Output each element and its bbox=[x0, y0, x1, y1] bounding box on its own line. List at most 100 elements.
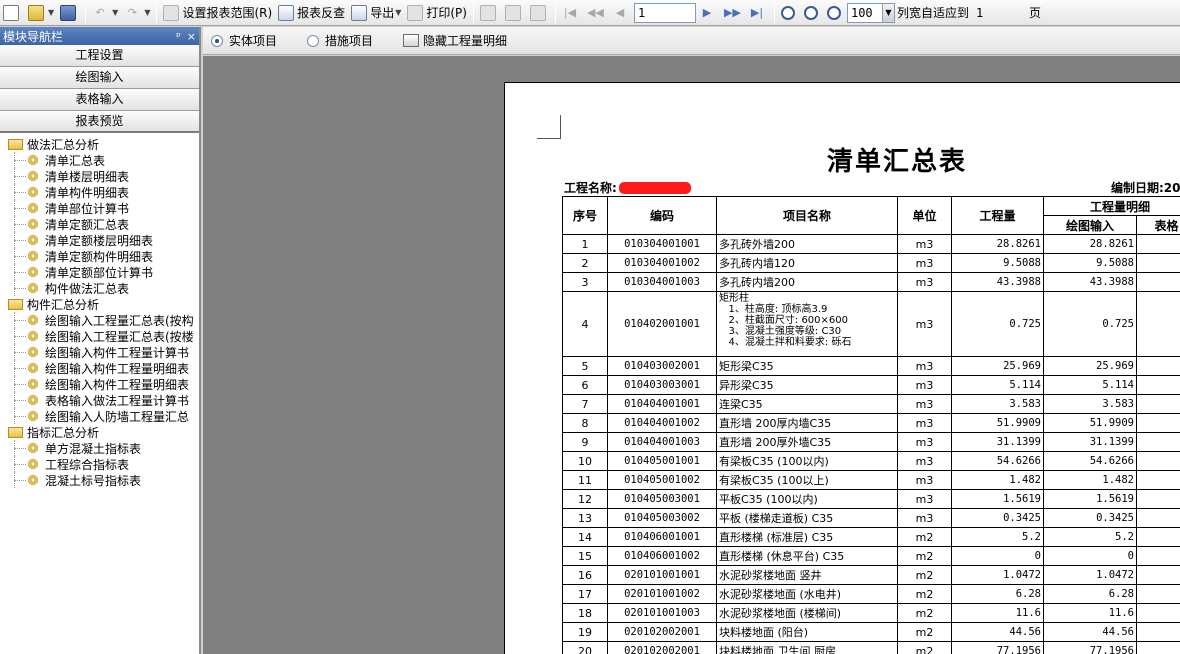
item-name: 矩形梁C35 bbox=[716, 356, 898, 376]
tree-item[interactable]: 绘图输入人防墙工程量汇总 bbox=[0, 408, 199, 424]
multi-page-button[interactable] bbox=[528, 2, 551, 24]
row-number: 8 bbox=[562, 413, 608, 433]
item-code: 010304001002 bbox=[607, 253, 717, 273]
undo-button[interactable]: ↶ ▼ bbox=[90, 2, 120, 24]
single-page-button[interactable] bbox=[478, 2, 501, 24]
export-button[interactable]: 导出 ▼ bbox=[349, 2, 403, 24]
module-nav-panel: 模块导航栏 ᵖ × 工程设置 绘图输入 表格输入 报表预览 做法汇总分析 清单汇总… bbox=[0, 27, 201, 654]
item-code: 010405001001 bbox=[607, 451, 717, 471]
drawing-input-quantity: 5.2 bbox=[1043, 527, 1137, 547]
entity-items-option[interactable]: 实体项目 bbox=[211, 32, 277, 49]
entity-radio[interactable] bbox=[211, 34, 223, 47]
item-quantity: 43.3988 bbox=[951, 272, 1044, 292]
item-name: 平板 (楼梯走道板) C35 bbox=[716, 508, 898, 528]
nav-panel-title: 模块导航栏 bbox=[3, 29, 64, 44]
tree-item[interactable]: 混凝土标号指标表 bbox=[0, 472, 199, 488]
tree-item[interactable]: 清单汇总表 bbox=[0, 152, 199, 168]
toolbar-separator bbox=[773, 2, 775, 23]
tree-group[interactable]: 构件汇总分析 bbox=[0, 296, 199, 312]
zoom-in-button[interactable] bbox=[779, 2, 800, 24]
zoom-button[interactable] bbox=[825, 2, 846, 24]
item-code: 010402001001 bbox=[607, 291, 717, 357]
redo-button[interactable]: ↷ ▼ bbox=[122, 2, 152, 24]
row-number: 11 bbox=[562, 470, 608, 490]
tree-item[interactable]: 清单部位计算书 bbox=[0, 200, 199, 216]
tree-item-label: 清单定额构件明细表 bbox=[45, 249, 154, 264]
tree-item[interactable]: 绘图输入构件工程量明细表 bbox=[0, 376, 199, 392]
fit-width-input[interactable] bbox=[972, 2, 1029, 23]
tree-item[interactable]: 清单定额汇总表 bbox=[0, 216, 199, 232]
tree-item-label: 清单定额汇总表 bbox=[45, 217, 130, 232]
header-quantity-detail: 工程量明细 bbox=[1043, 196, 1180, 216]
tree-item[interactable]: 清单定额构件明细表 bbox=[0, 248, 199, 264]
module-table-input[interactable]: 表格输入 bbox=[0, 89, 199, 111]
report-title: 清单汇总表 bbox=[827, 147, 968, 177]
next-page-button[interactable]: ▶ bbox=[697, 2, 720, 24]
save-button[interactable] bbox=[58, 2, 81, 24]
drawing-input-quantity: 44.56 bbox=[1043, 622, 1137, 642]
table-input-quantity bbox=[1136, 603, 1180, 623]
table-input-quantity bbox=[1136, 413, 1180, 433]
tree-item[interactable]: 绘图输入工程量汇总表(按楼 bbox=[0, 328, 199, 344]
zoom-out-button[interactable] bbox=[802, 2, 823, 24]
module-drawing-input[interactable]: 绘图输入 bbox=[0, 67, 199, 89]
measure-radio[interactable] bbox=[307, 34, 320, 47]
item-unit: m2 bbox=[897, 641, 952, 654]
reverse-check-button[interactable]: 报表反查 bbox=[276, 2, 347, 24]
tree-item-label: 混凝土标号指标表 bbox=[45, 473, 142, 488]
item-name: 有梁板C35 (100以上) bbox=[716, 470, 898, 490]
item-quantity: 3.583 bbox=[951, 394, 1044, 414]
pin-icon[interactable]: ᵖ bbox=[176, 30, 181, 43]
zoom-select[interactable]: 100 ▼ bbox=[846, 2, 895, 23]
table-input-quantity bbox=[1136, 272, 1180, 292]
report-preview-area[interactable]: 清单汇总表 工程名称: 编制日期:20 序号 编码 项目名称 单位 工程量 工程… bbox=[203, 56, 1180, 654]
tree-item[interactable]: 表格输入做法工程量计算书 bbox=[0, 392, 199, 408]
report-icon bbox=[28, 187, 38, 197]
table-row: 4 010402001001 矩形柱 1、柱高度: 顶标高3.9 2、柱截面尺寸: … bbox=[562, 291, 1180, 357]
print-button[interactable]: 打印(P) bbox=[405, 2, 469, 24]
tree-item[interactable]: 构件做法汇总表 bbox=[0, 280, 199, 296]
table-input-quantity bbox=[1136, 234, 1180, 254]
measure-items-option[interactable]: 措施项目 bbox=[307, 32, 373, 49]
hide-detail-button[interactable]: 隐藏工程量明细 bbox=[403, 32, 507, 49]
magnifier-icon bbox=[826, 5, 841, 20]
tree-item[interactable]: 工程综合指标表 bbox=[0, 456, 199, 472]
two-page-button[interactable] bbox=[503, 2, 526, 24]
tree-item[interactable]: 清单定额楼层明细表 bbox=[0, 232, 199, 248]
close-icon[interactable]: × bbox=[187, 30, 196, 43]
module-project-settings[interactable]: 工程设置 bbox=[0, 45, 199, 67]
new-button[interactable] bbox=[1, 2, 24, 24]
page-number-input[interactable] bbox=[633, 2, 696, 23]
item-name: 多孔砖内墙200 bbox=[716, 272, 898, 292]
tree-group[interactable]: 做法汇总分析 bbox=[0, 136, 199, 152]
tree-item[interactable]: 清单楼层明细表 bbox=[0, 168, 199, 184]
open-button[interactable]: ▼ bbox=[26, 2, 56, 24]
tree-item-label: 清单构件明细表 bbox=[45, 185, 130, 200]
drawing-input-quantity: 9.5088 bbox=[1043, 253, 1137, 273]
reverse-check-label: 报表反查 bbox=[297, 6, 346, 20]
header-quantity: 工程量 bbox=[951, 196, 1044, 235]
tree-item[interactable]: 清单构件明细表 bbox=[0, 184, 199, 200]
row-number: 3 bbox=[562, 272, 608, 292]
tree-item[interactable]: 清单定额部位计算书 bbox=[0, 264, 199, 280]
tree-item[interactable]: 绘图输入构件工程量计算书 bbox=[0, 344, 199, 360]
hide-detail-label: 隐藏工程量明细 bbox=[423, 34, 508, 48]
chevron-down-icon[interactable]: ▼ bbox=[881, 3, 894, 22]
set-range-button[interactable]: 设置报表范围(R) bbox=[161, 2, 274, 24]
tree-item[interactable]: 绘图输入工程量汇总表(按构 bbox=[0, 312, 199, 328]
tree-item[interactable]: 单方混凝土指标表 bbox=[0, 440, 199, 456]
save-icon bbox=[60, 4, 77, 21]
next-icon: ▶ bbox=[702, 5, 712, 19]
report-icon bbox=[28, 283, 38, 293]
tree-item[interactable]: 绘图输入构件工程量明细表 bbox=[0, 360, 199, 376]
last-page-button[interactable]: ▶| bbox=[747, 2, 770, 24]
next-fast-button[interactable]: ▶▶ bbox=[722, 2, 745, 24]
tree-group[interactable]: 指标汇总分析 bbox=[0, 424, 199, 440]
item-quantity: 51.9909 bbox=[951, 413, 1044, 433]
toolbar-separator bbox=[472, 2, 474, 23]
module-report-preview[interactable]: 报表预览 bbox=[0, 111, 199, 133]
prev-fast-button[interactable]: ◀◀ bbox=[585, 2, 608, 24]
table-row: 3 010304001003 多孔砖内墙200 m3 43.3988 43.3988 bbox=[562, 272, 1180, 292]
first-page-button[interactable]: |◀ bbox=[560, 2, 583, 24]
prev-page-button[interactable]: ◀ bbox=[610, 2, 633, 24]
